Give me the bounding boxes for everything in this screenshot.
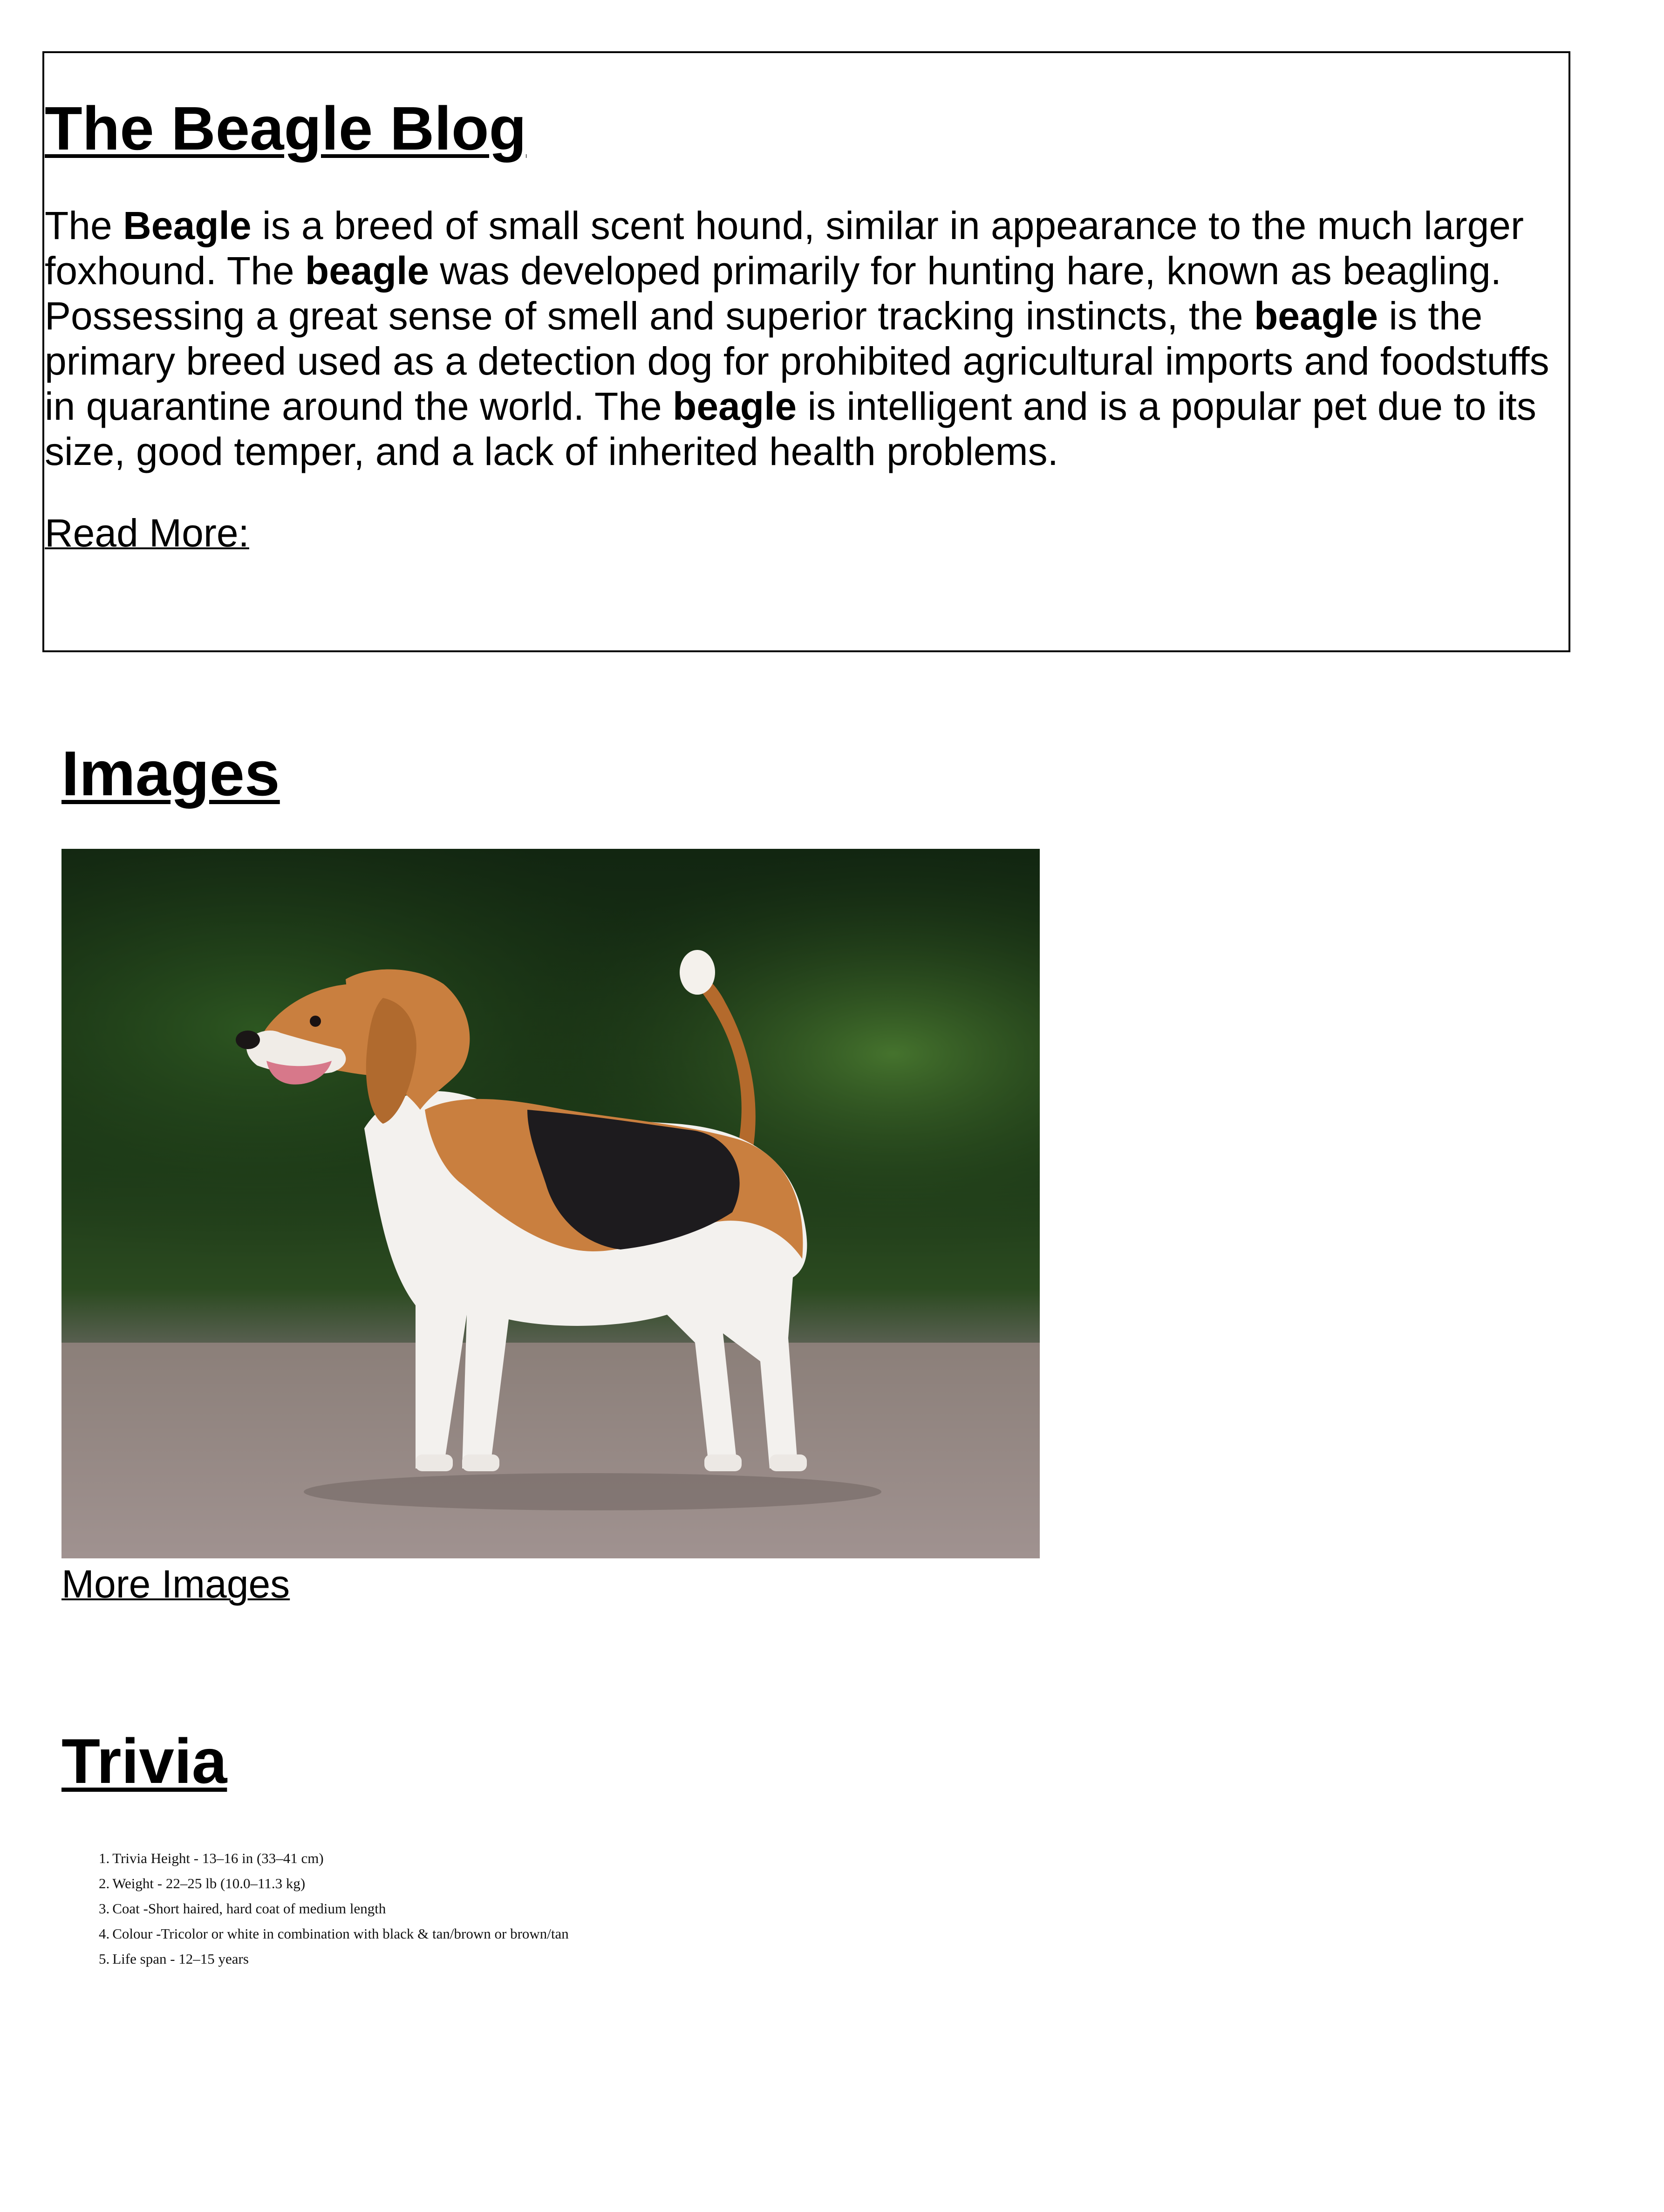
- trivia-item-text: Life span - 12–15 years: [112, 1951, 249, 1967]
- trivia-item-weight: 2. Weight - 22–25 lb (10.0–11.3 kg): [99, 1871, 569, 1896]
- more-images-link[interactable]: More Images: [61, 1561, 290, 1607]
- trivia-item-life-span: 5. Life span - 12–15 years: [99, 1946, 569, 1972]
- read-more-link[interactable]: Read More:: [45, 510, 249, 556]
- beagle-photo: [61, 849, 1040, 1558]
- intro-bold-beagle-4: beagle: [673, 384, 797, 428]
- intro-bold-beagle-1: Beagle: [123, 204, 252, 247]
- trivia-item-colour: 4. Colour -Tricolor or white in combinati…: [99, 1921, 569, 1946]
- trivia-item-number: 3.: [99, 1900, 110, 1917]
- intro-bold-beagle-2: beagle: [305, 249, 429, 293]
- trivia-item-text: Coat -Short haired, hard coat of medium …: [112, 1900, 386, 1917]
- trivia-item-text: Colour -Tricolor or white in combination…: [112, 1925, 569, 1942]
- images-heading: Images: [61, 738, 280, 809]
- trivia-item-number: 1.: [99, 1850, 110, 1866]
- trivia-item-coat: 3. Coat -Short haired, hard coat of mediu…: [99, 1896, 569, 1921]
- trivia-item-height: 1. Trivia Height - 13–16 in (33–41 cm): [99, 1846, 569, 1871]
- trivia-item-number: 5.: [99, 1951, 110, 1967]
- blog-title: The Beagle Blog: [45, 94, 527, 163]
- trivia-heading: Trivia: [61, 1726, 227, 1796]
- trivia-item-number: 4.: [99, 1925, 110, 1942]
- intro-bold-beagle-3: beagle: [1254, 294, 1378, 338]
- trivia-item-text: Weight - 22–25 lb (10.0–11.3 kg): [112, 1875, 306, 1891]
- trivia-item-text: Trivia Height - 13–16 in (33–41 cm): [112, 1850, 324, 1866]
- intro-text-1: The: [45, 204, 123, 247]
- trivia-item-number: 2.: [99, 1875, 110, 1891]
- intro-paragraph: The Beagle is a breed of small scent hou…: [45, 203, 1559, 474]
- trivia-list: 1. Trivia Height - 13–16 in (33–41 cm) 2.…: [99, 1846, 569, 1972]
